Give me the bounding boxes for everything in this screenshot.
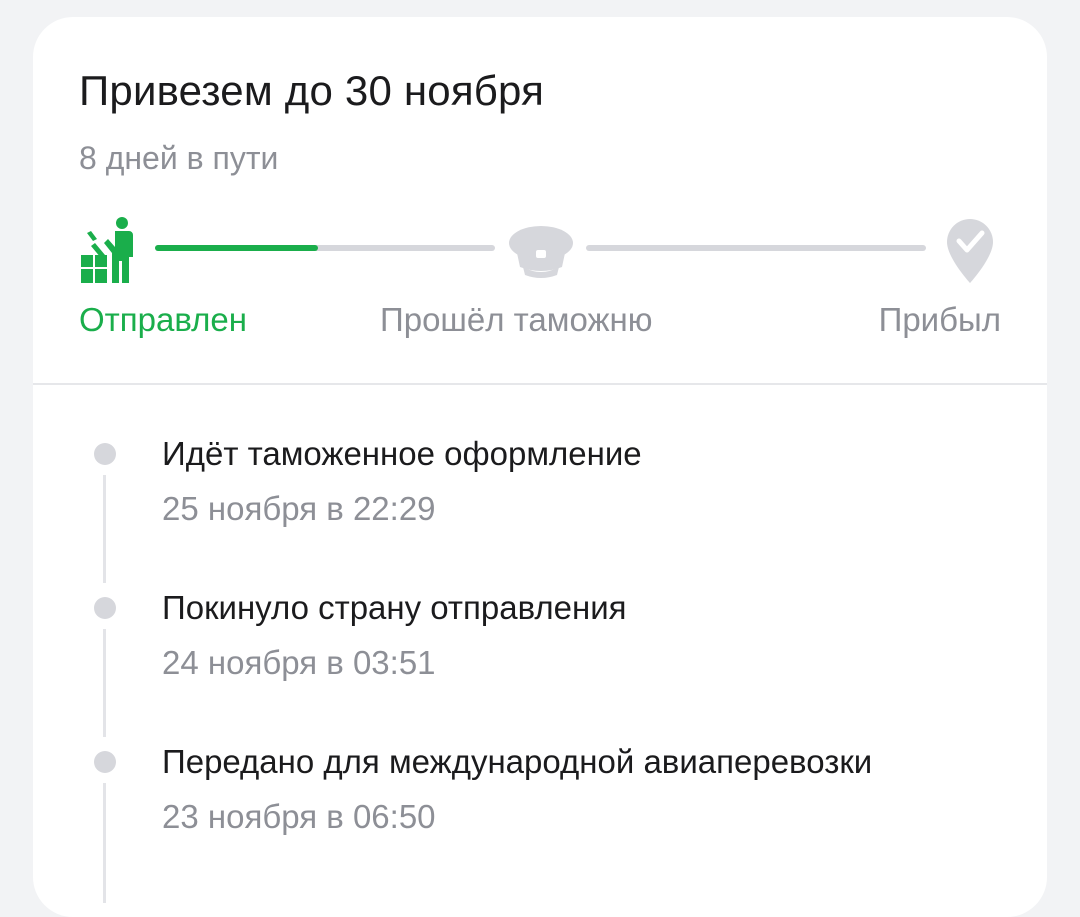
timeline-connector <box>103 783 106 903</box>
stage-label-customs-cleared: Прошёл таможню <box>380 301 653 338</box>
delivery-title: Привезем до 30 ноября <box>79 67 545 114</box>
event-time: 24 ноября в 03:51 <box>162 644 436 681</box>
delivery-status-card: Привезем до 30 ноября 8 дней в пути Отпр… <box>33 17 1047 917</box>
timeline-connector <box>103 475 106 583</box>
stage-label-sent: Отправлен <box>79 301 247 338</box>
delivery-duration: 8 дней в пути <box>79 140 279 176</box>
event-title: Покинуло страну отправления <box>162 589 627 626</box>
location-check-icon <box>945 217 995 285</box>
timeline-connector <box>103 629 106 737</box>
section-divider <box>33 383 1047 385</box>
event-time: 23 ноября в 06:50 <box>162 798 436 835</box>
timeline-dot <box>94 443 116 465</box>
customs-cap-icon <box>507 223 575 279</box>
progress-segment-1-fill <box>155 245 319 251</box>
event-title: Идёт таможенное оформление <box>162 435 642 472</box>
stage-label-arrived: Прибыл <box>878 301 1001 338</box>
timeline-dot <box>94 597 116 619</box>
timeline-dot <box>94 751 116 773</box>
event-time: 25 ноября в 22:29 <box>162 490 436 527</box>
loader-worker-icon <box>79 215 141 285</box>
event-title: Передано для международной авиаперевозки <box>162 743 873 780</box>
progress-segment-1 <box>155 245 495 251</box>
progress-segment-2 <box>586 245 926 251</box>
